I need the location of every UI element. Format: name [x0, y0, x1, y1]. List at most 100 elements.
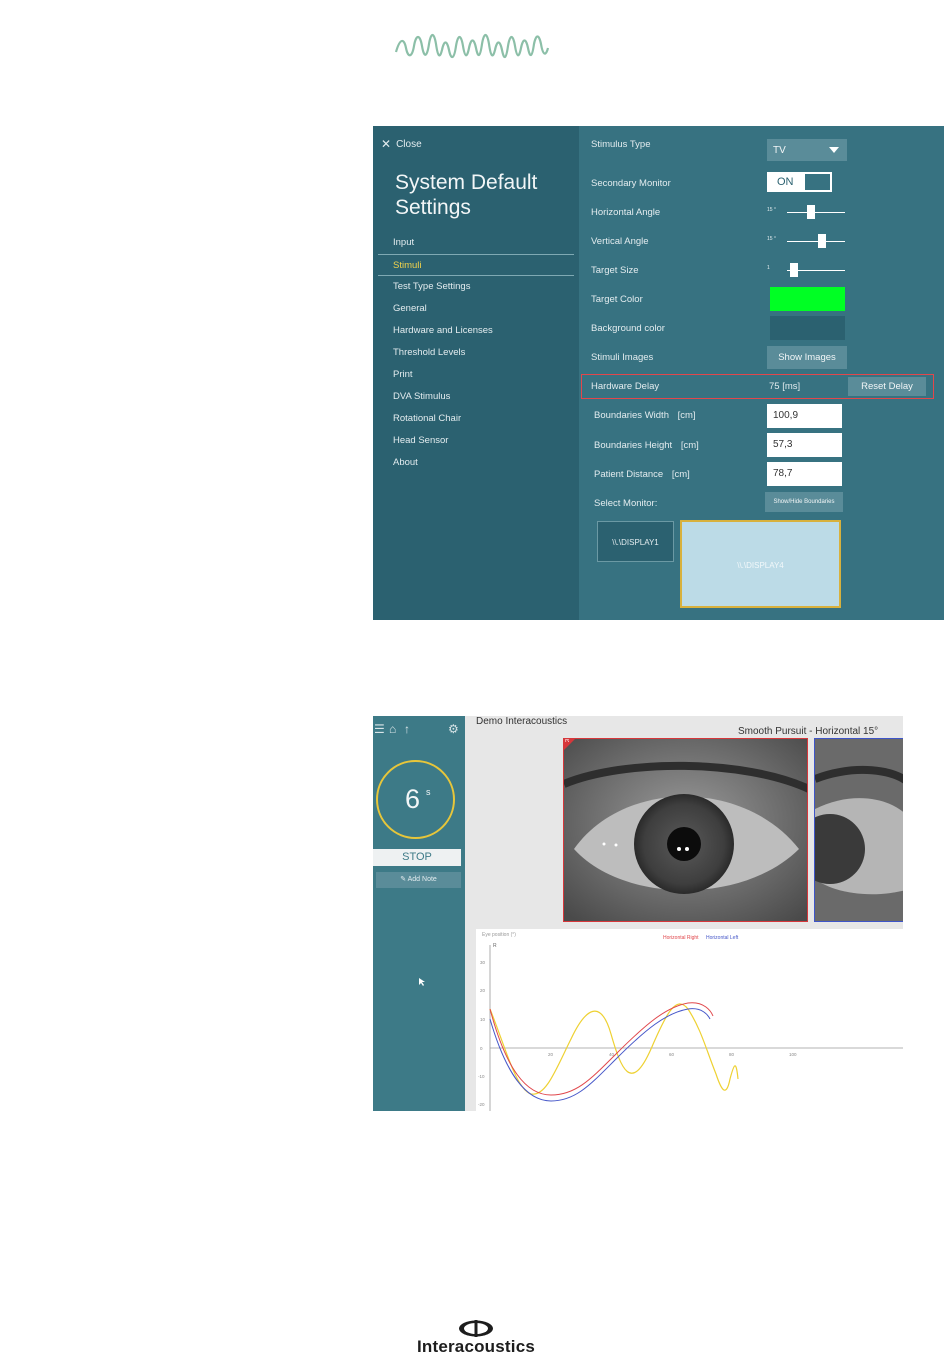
show-hide-boundaries-button[interactable]: Show/Hide Boundaries [765, 492, 843, 512]
y-tick-minus-10: -10 [478, 1074, 485, 1079]
stimulus-trace [489, 1003, 739, 1095]
boundaries-width-field[interactable]: 100,9 [767, 404, 842, 428]
vertical-angle-slider[interactable]: 15 ° [767, 234, 847, 248]
nav-item-hardware-licenses[interactable]: Hardware and Licenses [378, 320, 574, 342]
interacoustics-logo: Interacoustics [403, 1320, 549, 1358]
vertical-angle-label: Vertical Angle [591, 236, 649, 247]
countdown-timer: 6 s [376, 760, 455, 839]
right-eye-flag-label: R [565, 738, 570, 744]
target-size-label: Target Size [591, 265, 639, 276]
y-tick-30: 30 [480, 960, 486, 965]
x-tick-80: 80 [729, 1052, 735, 1057]
test-sidebar: ☰ ⌂ ↑ ⚙ 6 s STOP ✎ Add Note [373, 716, 465, 1111]
add-note-label: Add Note [407, 876, 437, 883]
boundaries-height-text: Boundaries Height [594, 440, 673, 451]
target-color-swatch[interactable] [770, 287, 845, 311]
arrow-up-icon[interactable]: ↑ [404, 722, 410, 736]
boundaries-width-text: Boundaries Width [594, 410, 669, 421]
secondary-monitor-toggle[interactable]: ON [767, 172, 832, 192]
vertical-angle-value: 15 ° [767, 236, 776, 242]
timer-value: 6 [405, 784, 421, 814]
slider-track [787, 241, 845, 242]
system-settings-window: ✕ Close System Default Settings Input St… [373, 126, 944, 620]
target-size-value: 1 [767, 265, 770, 271]
y-tick-10: 10 [480, 1017, 486, 1022]
reset-delay-button[interactable]: Reset Delay [848, 377, 926, 396]
close-button[interactable]: ✕ Close [381, 137, 422, 151]
settings-sidebar: ✕ Close System Default Settings Input St… [373, 126, 579, 620]
timer-unit: s [426, 787, 431, 797]
gear-icon[interactable]: ⚙ [448, 722, 459, 736]
mouse-cursor-icon [419, 978, 425, 986]
nav-item-input[interactable]: Input [378, 232, 574, 254]
stop-button[interactable]: STOP [373, 849, 461, 866]
stimulus-type-label: Stimulus Type [591, 139, 651, 150]
toggle-knob [805, 174, 830, 190]
nav-item-threshold-levels[interactable]: Threshold Levels [378, 342, 574, 364]
boundaries-height-label: Boundaries Height [cm] [594, 440, 699, 451]
menu-icon[interactable]: ☰ [374, 722, 385, 736]
secondary-monitor-label: Secondary Monitor [591, 178, 671, 189]
background-color-swatch[interactable] [770, 316, 845, 340]
patient-distance-text: Patient Distance [594, 469, 664, 480]
horizontal-angle-label: Horizontal Angle [591, 207, 661, 218]
nav-item-stimuli[interactable]: Stimuli [378, 254, 574, 276]
slider-thumb[interactable] [818, 234, 826, 248]
display-4-card[interactable]: \\.\DISPLAY4 [680, 520, 841, 608]
stimuli-images-label: Stimuli Images [591, 352, 654, 363]
right-eye-image [564, 739, 807, 921]
brand-mark-icon [459, 1320, 493, 1337]
stimulus-type-value: TV [773, 145, 786, 156]
y-tick-minus-20: -20 [478, 1102, 485, 1107]
target-size-slider[interactable]: 1 [767, 263, 847, 277]
home-icon[interactable]: ⌂ [389, 722, 396, 736]
nav-item-head-sensor[interactable]: Head Sensor [378, 430, 574, 452]
nav-item-print[interactable]: Print [378, 364, 574, 386]
nav-item-dva-stimulus[interactable]: DVA Stimulus [378, 386, 574, 408]
boundaries-height-field[interactable]: 57,3 [767, 433, 842, 457]
horizontal-angle-slider[interactable]: 15 ° [767, 205, 847, 219]
stimulus-type-select[interactable]: TV [767, 139, 847, 161]
toolbar-icons: ☰ ⌂ ↑ ⚙ [373, 722, 465, 736]
test-name: Smooth Pursuit - Horizontal 15° [738, 726, 879, 737]
add-note-button[interactable]: ✎ Add Note [376, 872, 461, 888]
x-tick-100: 100 [789, 1052, 797, 1057]
brand-name: Interacoustics [416, 1337, 536, 1356]
plot-title: Eye position (°) [482, 932, 516, 938]
nav-item-about[interactable]: About [378, 452, 574, 474]
left-eye-video [814, 738, 903, 922]
toggle-state: ON [777, 176, 794, 188]
legend-horizontal-left: Horizontal Left [706, 935, 739, 941]
hardware-delay-label: Hardware Delay [591, 381, 660, 392]
close-label: Close [396, 138, 422, 150]
patient-distance-field[interactable]: 78,7 [767, 462, 842, 486]
y-tick-0: 0 [480, 1046, 483, 1051]
x-tick-20: 20 [548, 1052, 554, 1057]
slider-track [787, 212, 845, 213]
wave-logo-icon [394, 33, 550, 59]
eye-position-plot: Eye position (°) Horizontal Right Horizo… [476, 929, 903, 1111]
test-screen-window: ☰ ⌂ ↑ ⚙ 6 s STOP ✎ Add Note Demo Interac… [373, 716, 903, 1111]
slider-thumb[interactable] [807, 205, 815, 219]
legend-horizontal-right: Horizontal Right [663, 935, 699, 941]
horizontal-angle-value: 15 ° [767, 207, 776, 213]
eye-position-chart: Eye position (°) Horizontal Right Horizo… [478, 932, 903, 1111]
nav-item-rotational-chair[interactable]: Rotational Chair [378, 408, 574, 430]
boundaries-width-label: Boundaries Width [cm] [594, 410, 696, 421]
nav-item-general[interactable]: General [378, 298, 574, 320]
hardware-delay-value: 75 [ms] [769, 381, 801, 392]
slider-thumb[interactable] [789, 263, 798, 277]
select-monitor-label: Select Monitor: [594, 498, 658, 509]
patient-distance-unit: [cm] [671, 469, 690, 480]
boundaries-width-unit: [cm] [677, 410, 696, 421]
nav-item-test-type-settings[interactable]: Test Type Settings [378, 276, 574, 298]
y-axis-label: R [493, 943, 497, 949]
background-color-label: Background color [591, 323, 665, 334]
right-eye-video: R [563, 738, 808, 922]
x-tick-60: 60 [669, 1052, 675, 1057]
display-1-card[interactable]: \\.\DISPLAY1 [597, 521, 674, 562]
settings-title: System Default Settings [395, 171, 538, 219]
horizontal-right-trace [489, 1002, 714, 1096]
show-images-button[interactable]: Show Images [767, 346, 847, 369]
boundaries-height-unit: [cm] [680, 440, 699, 451]
